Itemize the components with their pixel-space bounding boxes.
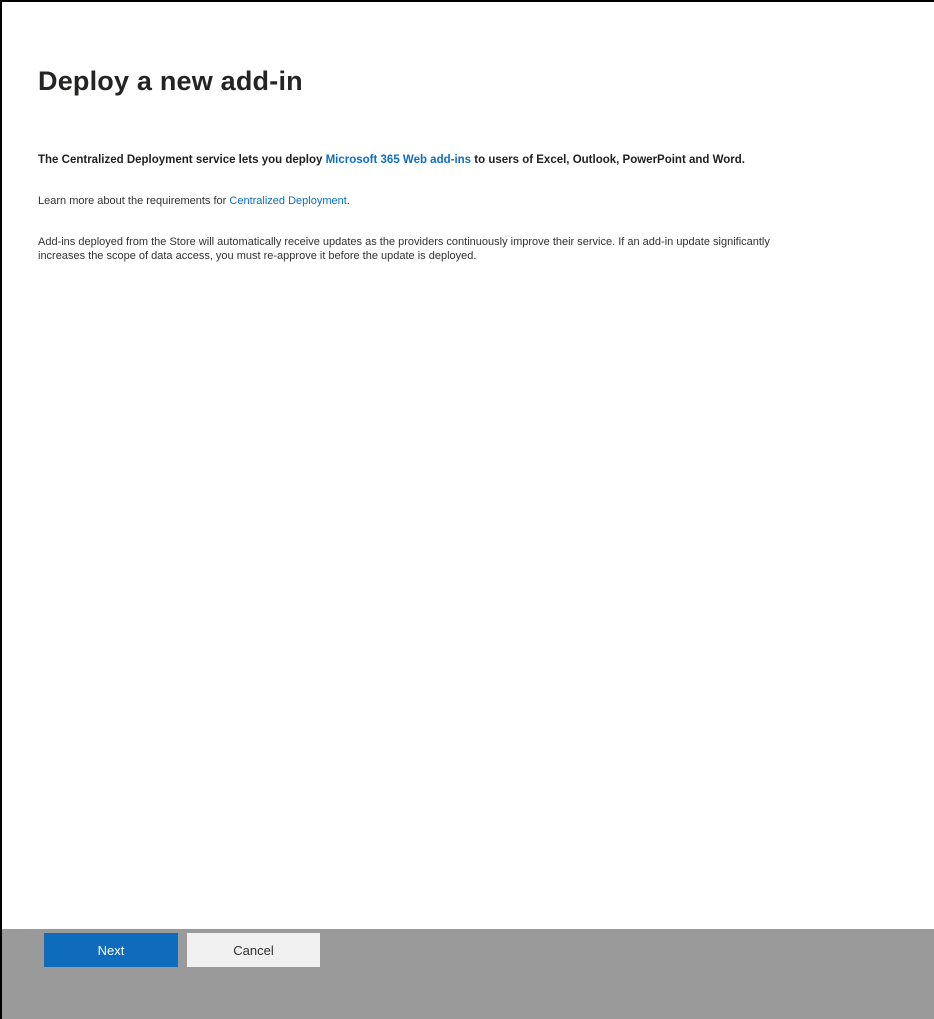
learn-more-prefix: Learn more about the requirements for [38,195,230,207]
panel-footer: Next Cancel [2,929,934,1019]
intro-suffix: to users of Excel, Outlook, PowerPoint a… [471,154,745,166]
learn-more-suffix: . [346,195,350,207]
cancel-button[interactable]: Cancel [187,933,320,967]
updates-info-text: Add-ins deployed from the Store will aut… [38,235,934,263]
microsoft-365-web-add-ins-link[interactable]: Microsoft 365 Web add-ins [326,154,471,166]
intro-prefix: The Centralized Deployment service lets … [38,154,326,166]
page-title: Deploy a new add-in [38,66,303,96]
deploy-add-in-panel: Deploy a new add-in The Centralized Depl… [0,0,934,1019]
next-button[interactable]: Next [44,933,178,967]
centralized-deployment-link[interactable]: Centralized Deployment [229,195,346,207]
updates-line-1: Add-ins deployed from the Store will aut… [38,236,770,248]
updates-line-2: increases the scope of data access, you … [38,250,477,262]
intro-text: The Centralized Deployment service lets … [38,154,745,166]
learn-more-text: Learn more about the requirements for Ce… [38,195,350,207]
